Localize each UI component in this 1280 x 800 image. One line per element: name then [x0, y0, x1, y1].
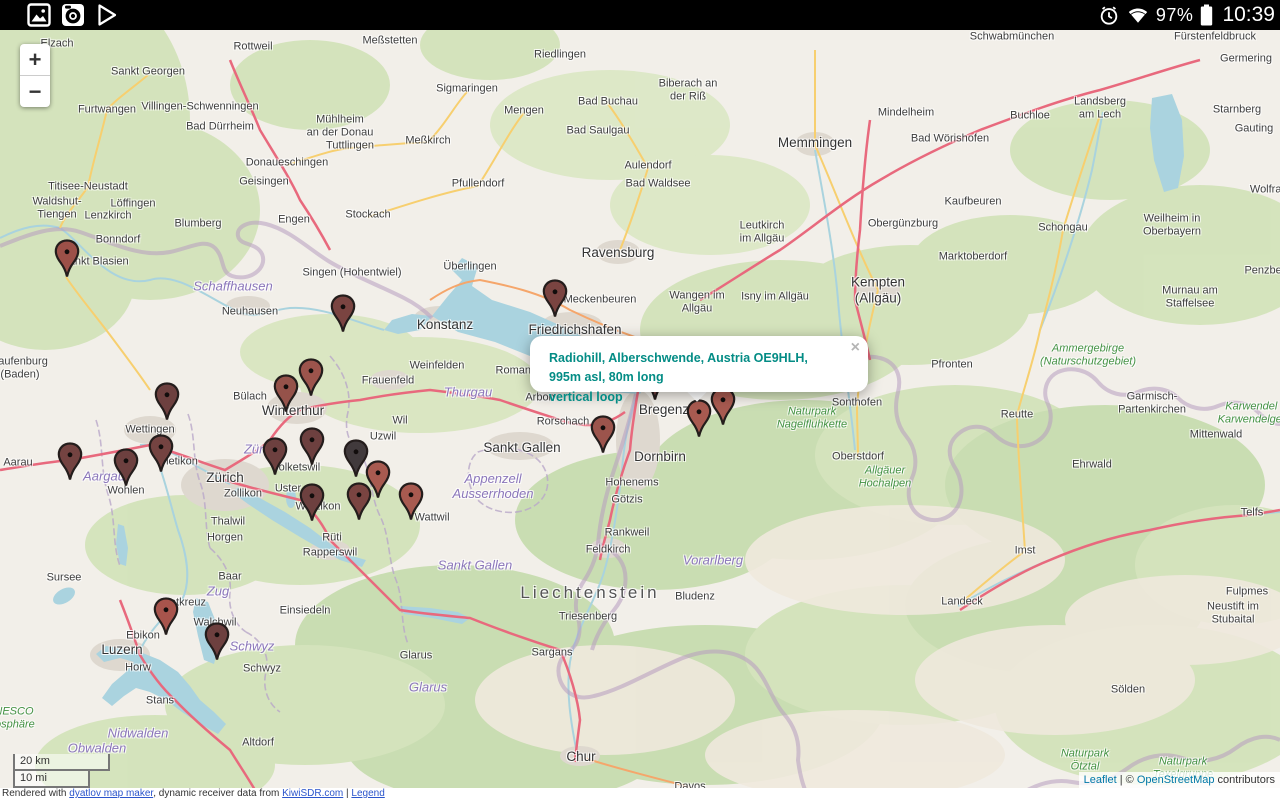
render-attribution: Rendered with dyatlov map maker, dynamic…	[0, 788, 1280, 800]
scale-km: 20 km	[13, 753, 110, 771]
leaflet-link[interactable]: Leaflet	[1084, 774, 1117, 786]
status-bar-system: 97% 10:39	[1098, 3, 1280, 27]
receiver-marker[interactable]	[299, 483, 325, 523]
alarm-icon	[1100, 6, 1118, 25]
play-store-icon	[98, 4, 117, 26]
leaflet-attribution: Leaflet | © OpenStreetMap contributors	[1078, 772, 1280, 788]
receiver-marker[interactable]	[262, 437, 288, 477]
scale-control: 20 km 10 mi	[13, 753, 110, 788]
gallery-icon	[27, 3, 51, 27]
dyatlov-map-maker-link[interactable]: dyatlov map maker	[69, 788, 153, 799]
camera-icon	[62, 4, 84, 26]
popup-line1: Radiohill, Alberschwende, Austria OE9HLH…	[549, 351, 808, 385]
receiver-marker[interactable]	[113, 448, 139, 488]
clock: 10:39	[1222, 3, 1275, 26]
kiwisdr-link[interactable]: KiwiSDR.com	[282, 788, 343, 799]
popup-line2: vertical loop	[549, 389, 623, 404]
receiver-marker[interactable]	[590, 415, 616, 455]
receiver-marker[interactable]	[57, 442, 83, 482]
popup-close-icon[interactable]: ×	[851, 339, 860, 357]
receiver-marker[interactable]	[398, 482, 424, 522]
receiver-marker[interactable]	[153, 597, 179, 637]
map-viewport[interactable]: Elzach Sankt Georgen Rottweil Meßstetten Rie…	[0, 0, 1280, 800]
zoom-out-button[interactable]: −	[20, 76, 50, 107]
receiver-popup: Radiohill, Alberschwende, Austria OE9HLH…	[530, 336, 868, 404]
zoom-in-button[interactable]: +	[20, 44, 50, 76]
attrib-prefix: Rendered with	[2, 788, 70, 799]
attribution-suffix: contributors	[1214, 774, 1275, 786]
scale-mi: 10 mi	[13, 770, 90, 788]
android-status-bar: 97% 10:39	[0, 0, 1280, 30]
receiver-marker[interactable]	[273, 374, 299, 414]
status-bar-notifications	[0, 3, 119, 27]
receiver-marker[interactable]	[204, 622, 230, 662]
zoom-control: + −	[20, 44, 50, 107]
battery-icon	[1201, 4, 1213, 26]
receiver-marker[interactable]	[54, 239, 80, 279]
attribution-separator: | ©	[1116, 774, 1137, 786]
receiver-marker[interactable]	[148, 434, 174, 474]
battery-percent: 97%	[1155, 4, 1194, 25]
receiver-popup-link[interactable]: Radiohill, Alberschwende, Austria OE9HLH…	[530, 336, 868, 407]
receiver-marker[interactable]	[346, 482, 372, 522]
receiver-marker[interactable]	[299, 427, 325, 467]
legend-link[interactable]: Legend	[351, 788, 384, 799]
osm-link[interactable]: OpenStreetMap	[1137, 774, 1215, 786]
receiver-marker[interactable]	[542, 279, 568, 319]
receiver-marker[interactable]	[154, 382, 180, 422]
receiver-marker[interactable]	[298, 358, 324, 398]
receiver-marker[interactable]	[330, 294, 356, 334]
wifi-icon	[1128, 8, 1148, 23]
attrib-middle: , dynamic receiver data from	[153, 788, 283, 799]
